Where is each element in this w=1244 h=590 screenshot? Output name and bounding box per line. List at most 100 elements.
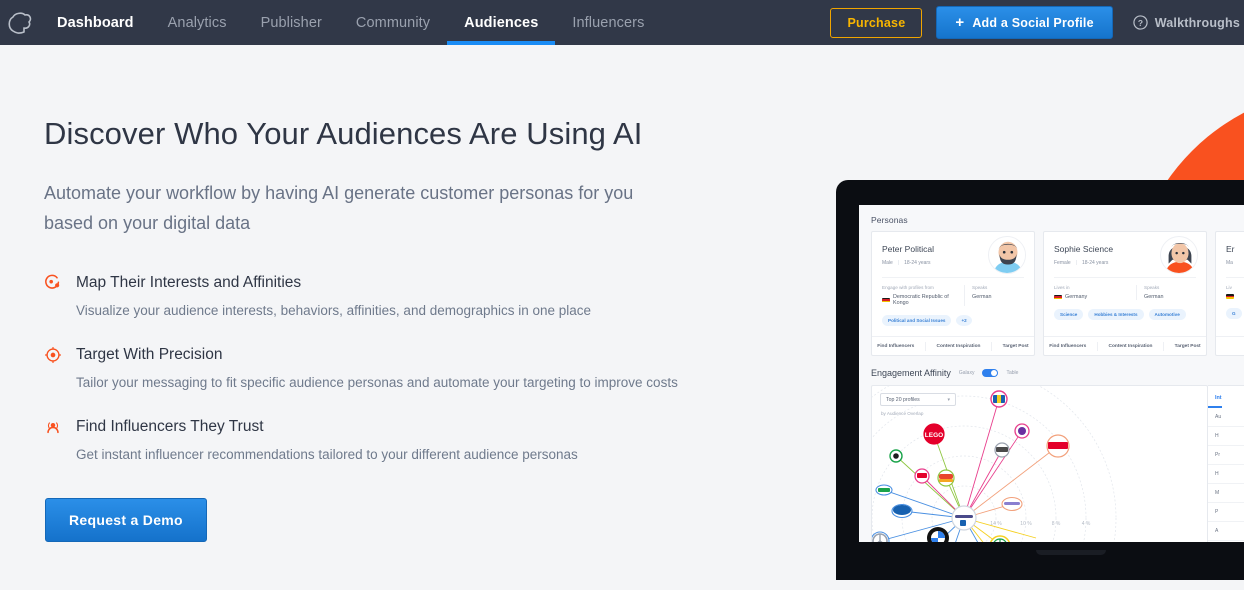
nav-item-label: Community <box>355 14 431 31</box>
field-label: Liv <box>1226 285 1232 290</box>
radial-label-2: 10 % <box>1020 521 1032 527</box>
svg-text:?: ? <box>1138 18 1143 28</box>
request-demo-button[interactable]: Request a Demo <box>45 498 207 542</box>
galaxy-node-lego: LEGO <box>923 423 945 445</box>
field-value-text: Democratic Republic of Kongo <box>893 294 949 306</box>
feature-description: Tailor your messaging to fit specific au… <box>76 375 678 390</box>
persona-tag-more[interactable]: +2 <box>956 315 972 326</box>
persona-card-header: Er Ma <box>1216 232 1244 266</box>
walkthroughs-button[interactable]: ? Walkthroughs <box>1133 15 1240 30</box>
engagement-affinity-header: Engagement Affinity Galaxy Table <box>859 356 1244 378</box>
nav-links: Dashboard Analytics Publisher Community … <box>40 0 661 45</box>
feature-title: Target With Precision <box>76 346 223 363</box>
action-find-influencers[interactable]: Find Influencers <box>1049 344 1086 349</box>
select-value: Top 20 profiles <box>886 396 920 403</box>
galaxy-subtitle: by Audience Overlap <box>881 411 924 416</box>
feature-title: Map Their Interests and Affinities <box>76 274 302 291</box>
feature-item-find-influencers: Find Influencers They Trust Get instant … <box>44 418 744 462</box>
action-divider <box>924 341 926 351</box>
side-panel-row[interactable]: H <box>1208 465 1244 484</box>
side-panel-row[interactable]: M <box>1208 484 1244 503</box>
personas-section-label: Personas <box>871 215 908 225</box>
persona-card[interactable]: Peter Political Male | 18-24 years Engag… <box>871 231 1035 356</box>
field-value: Democratic Republic of Kongo <box>882 294 964 306</box>
action-divider <box>991 341 993 351</box>
purchase-button[interactable]: Purchase <box>830 7 923 38</box>
nav-item-community[interactable]: Community <box>339 0 447 45</box>
nav-item-dashboard[interactable]: Dashboard <box>40 0 151 45</box>
side-panel-row[interactable]: P <box>1208 503 1244 522</box>
action-target-post[interactable]: Target Post <box>1003 344 1029 349</box>
affinity-side-panel: Int Au H Pr H M P A Li T <box>1208 385 1244 542</box>
side-panel-row[interactable]: Au <box>1208 408 1244 427</box>
persona-field-language: Speaks German <box>964 285 1024 306</box>
personas-card-row: Peter Political Male | 18-24 years Engag… <box>859 231 1244 356</box>
feature-heading: Map Their Interests and Affinities <box>44 274 744 292</box>
side-panel-row[interactable]: A <box>1208 522 1244 541</box>
germany-flag-icon <box>1054 294 1062 300</box>
persona-tags: G <box>1226 308 1244 319</box>
galaxy-node-yellow <box>990 535 1010 542</box>
profiles-count-select[interactable]: Top 20 profiles ▾ <box>880 393 956 406</box>
persona-tag[interactable]: G <box>1226 308 1242 319</box>
galaxy-node-pink-top <box>990 390 1008 408</box>
nav-item-publisher[interactable]: Publisher <box>244 0 339 45</box>
page-subtitle: Automate your workflow by having AI gene… <box>44 183 634 233</box>
feature-title: Find Influencers They Trust <box>76 418 264 435</box>
action-target-post[interactable]: Target Post <box>1175 344 1201 349</box>
engagement-affinity-body: LEGO 14 % 10 % 8 % 4 % Top 20 profiles ▾… <box>871 385 1244 542</box>
plus-icon: + <box>955 14 965 31</box>
persona-card-actions: Fi <box>1216 336 1244 355</box>
nav-item-audiences[interactable]: Audiences <box>447 0 556 45</box>
persona-card-actions: Find Influencers Content Inspiration Tar… <box>1044 336 1206 355</box>
add-social-profile-label: Add a Social Profile <box>972 15 1094 30</box>
persona-tag[interactable]: Automotive <box>1148 309 1186 320</box>
persona-tags: Political and Social Issues +2 <box>882 315 1024 326</box>
persona-fields: Liv <box>1226 277 1244 299</box>
persona-tag[interactable]: Hobbies & Interests <box>1088 309 1144 320</box>
engagement-affinity-title: Engagement Affinity <box>871 368 951 378</box>
toggle-knob <box>991 370 998 376</box>
persona-tags: Science Hobbies & Interests Automotive <box>1054 309 1196 320</box>
galaxy-node-green-1 <box>889 449 903 463</box>
galaxy-visualization-panel[interactable]: LEGO 14 % 10 % 8 % 4 % Top 20 profiles ▾… <box>871 385 1208 542</box>
action-content-inspiration[interactable]: Content Inspiration <box>937 344 981 349</box>
action-content-inspiration[interactable]: Content Inspiration <box>1109 344 1153 349</box>
feature-description: Visualize your audience interests, behav… <box>76 303 592 318</box>
persona-card-header: Sophie Science Female | 18-24 years <box>1044 232 1206 274</box>
persona-tag[interactable]: Political and Social Issues <box>882 315 952 326</box>
side-panel-row[interactable]: H <box>1208 427 1244 446</box>
page-title: Discover Who Your Audiences Are Using AI <box>44 116 643 151</box>
persona-field-location: Lives in Germany <box>1054 285 1136 300</box>
side-panel-row[interactable]: Pr <box>1208 446 1244 465</box>
galaxy-hub-node <box>951 505 977 531</box>
persona-meta: Ma <box>1226 260 1244 266</box>
galaxy-node-ford <box>891 503 913 519</box>
action-find-influencers[interactable]: Find Influencers <box>877 344 914 349</box>
persona-card[interactable]: Sophie Science Female | 18-24 years Live… <box>1043 231 1207 356</box>
svg-text:LEGO: LEGO <box>925 432 943 439</box>
side-panel-row[interactable]: Li <box>1208 541 1244 542</box>
target-bullseye-icon <box>45 347 61 363</box>
persona-tag[interactable]: Science <box>1054 309 1084 320</box>
app-logo[interactable] <box>0 0 40 45</box>
app-screen-content: Personas Peter Political Male | 18-24 ye… <box>859 205 1244 542</box>
add-social-profile-button[interactable]: + Add a Social Profile <box>936 6 1113 39</box>
feature-item-map-interests: Map Their Interests and Affinities Visua… <box>44 274 744 318</box>
affinity-galaxy-chart: LEGO 14 % 10 % 8 % 4 % <box>872 386 1117 542</box>
persona-card[interactable]: Er Ma Liv G <box>1215 231 1244 356</box>
nav-item-influencers[interactable]: Influencers <box>555 0 661 45</box>
galaxy-table-toggle[interactable] <box>982 369 999 377</box>
germany-flag-icon <box>1226 294 1234 299</box>
laptop-screen: Personas Peter Political Male | 18-24 ye… <box>859 205 1244 542</box>
nav-item-analytics[interactable]: Analytics <box>151 0 244 45</box>
side-panel-tab[interactable]: Int <box>1208 387 1222 408</box>
avatar <box>1160 236 1198 274</box>
feature-item-target-precision: Target With Precision Tailor your messag… <box>44 346 744 390</box>
persona-gender: Ma <box>1226 260 1233 266</box>
persona-name: Er <box>1226 244 1235 254</box>
question-circle-icon: ? <box>1133 15 1148 30</box>
galaxy-node-pink-2 <box>1014 423 1030 439</box>
laptop-mockup: Personas Peter Political Male | 18-24 ye… <box>836 180 1244 580</box>
field-label: Speaks <box>972 285 988 290</box>
